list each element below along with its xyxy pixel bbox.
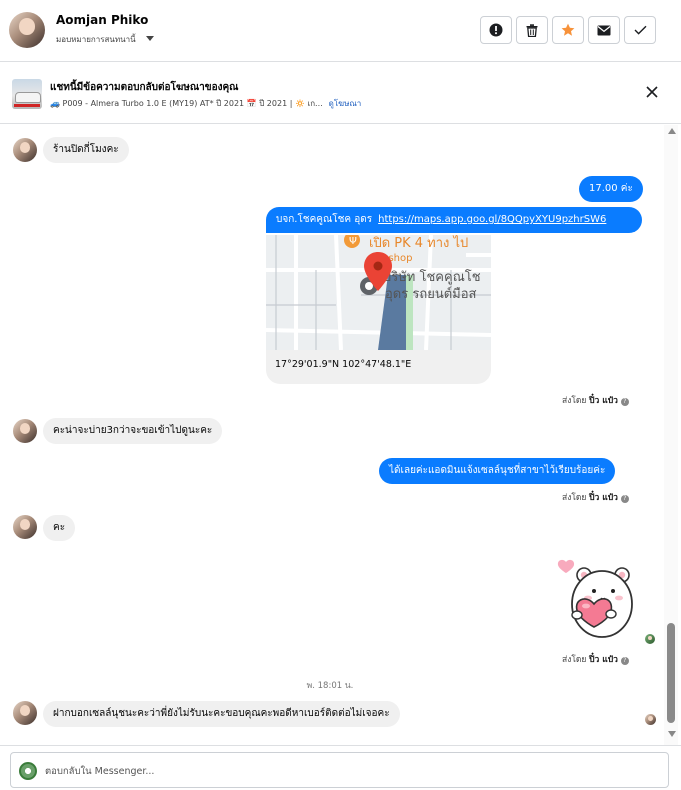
ad-reply-banner: แชทนี้มีข้อความตอบกลับต่อโฆษณาของคุณ 🚙 P… [0, 62, 681, 124]
ad-description: 🚙 P009 - Almera Turbo 1.0 E (MY19) AT* ป… [50, 99, 323, 108]
maps-link[interactable]: https://maps.app.goo.gl/8QQpyXYU9pzhrSW6 [378, 214, 606, 225]
delete-button[interactable] [516, 16, 548, 44]
contact-avatar-small [13, 419, 37, 443]
sent-by-name: ปิ๋ว แป๋ว [589, 396, 618, 406]
map-coordinates: 17°29'01.9"N 102°47'48.1"E [275, 359, 412, 370]
scroll-up-icon[interactable] [668, 128, 676, 134]
ad-reply-title: แชทนี้มีข้อความตอบกลับต่อโฆษณาของคุณ [50, 82, 239, 93]
contact-avatar-small [13, 515, 37, 539]
svg-text:Ψ: Ψ [349, 236, 357, 247]
sent-by-label: ส่งโดย ปิ๋ว แป๋ว? [562, 490, 629, 504]
contact-name[interactable]: Aomjan Phiko [56, 13, 148, 27]
follow-up-button[interactable] [552, 16, 584, 44]
sent-by-name: ปิ๋ว แป๋ว [589, 655, 618, 665]
message-text: บจก.โชคคูณโชค อุดร [276, 214, 373, 225]
seen-avatar [645, 634, 655, 644]
conversation-header: Aomjan Phiko มอบหมายการสนทนานี้ [0, 0, 681, 62]
page-avatar [19, 762, 37, 780]
message-bubble-outgoing-link: บจก.โชคคูณโชค อุดร https://maps.app.goo.g… [266, 207, 642, 233]
message-timestamp: พ. 18:01 น. [306, 681, 354, 691]
contact-avatar-small [13, 138, 37, 162]
mark-spam-button[interactable] [480, 16, 512, 44]
chevron-down-icon[interactable] [146, 36, 154, 41]
contact-avatar-small [13, 701, 37, 725]
star-icon [561, 23, 575, 36]
map-image[interactable]: Ψ เปิด PK 4 ทาง ไป dle shop บริษัท โชคคู… [266, 235, 491, 350]
envelope-icon [597, 25, 611, 35]
help-icon[interactable]: ? [620, 657, 629, 665]
scrollbar-thumb[interactable] [667, 623, 675, 723]
message-bubble-incoming: คะ [43, 515, 76, 541]
trash-icon [526, 23, 538, 37]
message-bubble-incoming: ร้านปิดกี่โมงคะ [43, 137, 129, 163]
help-icon[interactable]: ? [620, 495, 629, 503]
reply-input[interactable] [45, 762, 655, 780]
ad-subtitle: 🚙 P009 - Almera Turbo 1.0 E (MY19) AT* ป… [50, 97, 361, 110]
assign-conversation-label[interactable]: มอบหมายการสนทนานี้ [56, 33, 136, 46]
scroll-down-icon[interactable] [668, 731, 676, 737]
map-label-company-2: อุดร รถยนต์มือส [385, 286, 477, 302]
sent-by-prefix: ส่งโดย [562, 493, 587, 503]
sent-by-prefix: ส่งโดย [562, 655, 587, 665]
check-icon [634, 25, 646, 35]
map-label-company: บริษัท โชคคูณโช [383, 269, 481, 285]
contact-avatar[interactable] [9, 12, 45, 48]
reply-composer[interactable] [10, 752, 669, 788]
location-map-card[interactable]: Ψ เปิด PK 4 ทาง ไป dle shop บริษัท โชคคู… [266, 235, 491, 384]
seen-avatar [645, 714, 656, 725]
message-bubble-incoming: คะน่าจะบ่าย3กว่าจะขอเข้าไปดูนะคะ [43, 418, 223, 444]
message-bubble-outgoing: 17.00 ค่ะ [579, 176, 643, 202]
alert-icon [489, 23, 503, 37]
mark-done-button[interactable] [624, 16, 656, 44]
ad-thumbnail[interactable] [12, 79, 42, 109]
sent-by-prefix: ส่งโดย [562, 396, 587, 406]
mark-unread-button[interactable] [588, 16, 620, 44]
close-icon[interactable] [644, 84, 660, 100]
bear-heart-sticker [557, 559, 633, 638]
message-bubble-incoming: ฝากบอกเซลล์นุชนะคะว่าพี่ยังไม่รับนะคะขอบ… [43, 701, 400, 727]
view-ad-link[interactable]: ดูโฆษณา [329, 99, 362, 108]
map-label-road: เปิด PK 4 ทาง ไป [369, 235, 468, 251]
divider [0, 745, 681, 746]
sent-by-label: ส่งโดย ปิ๋ว แป๋ว? [562, 652, 629, 666]
sent-by-label: ส่งโดย ปิ๋ว แป๋ว? [562, 393, 629, 407]
help-icon[interactable]: ? [620, 398, 629, 406]
message-bubble-outgoing: ได้เลยค่ะแอดมินแจ้งเซลล์นุชที่สาขาไว้เรี… [379, 458, 616, 484]
sent-by-name: ปิ๋ว แป๋ว [589, 493, 618, 503]
